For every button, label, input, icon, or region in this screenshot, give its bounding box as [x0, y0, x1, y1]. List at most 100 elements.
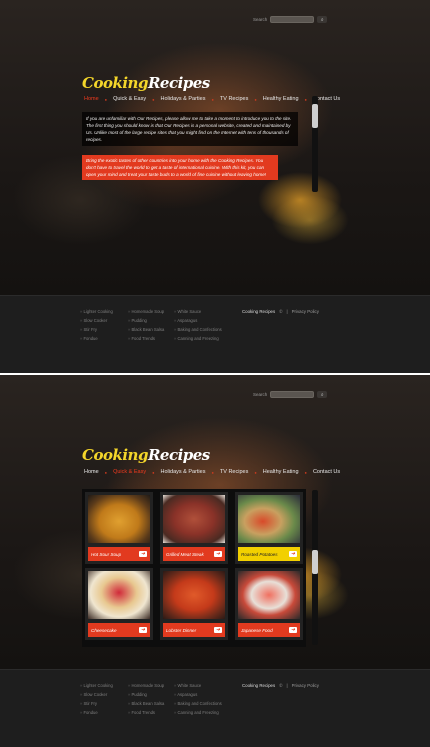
- footer-link[interactable]: Canning and Freezing: [174, 335, 222, 342]
- footer-link[interactable]: Canning and Freezing: [174, 709, 222, 716]
- scrollbar[interactable]: [312, 96, 318, 192]
- footer-col-2: Homemade Soup Pudding Black Bean Salsa F…: [128, 682, 165, 716]
- privacy-link[interactable]: Privacy Policy: [292, 309, 319, 314]
- recipe-label: Hot Sour Soup: [91, 551, 122, 557]
- footer-link[interactable]: Fondue: [80, 709, 113, 716]
- grilled-steak-background: [0, 0, 430, 295]
- footer-site-link[interactable]: Cooking Recipes: [242, 309, 275, 314]
- footer-link[interactable]: Homemade Soup: [128, 682, 165, 689]
- nav-separator: ●: [304, 470, 307, 475]
- search-input[interactable]: [270, 16, 315, 23]
- footer-legal: Cooking Recipes © | Privacy Policy: [242, 683, 319, 688]
- nav-separator: ●: [211, 97, 214, 102]
- search-icon[interactable]: ⌕: [317, 391, 328, 398]
- footer-col-3: White Sauce Asparagus Baking and Confect…: [174, 682, 222, 716]
- privacy-link[interactable]: Privacy Policy: [292, 683, 319, 688]
- footer-link[interactable]: Food Trends: [128, 335, 164, 342]
- hero: Search ⌕ CookingRecipes Home ● Quick & Ea…: [0, 0, 430, 295]
- footer-link[interactable]: Lighter Cooking: [80, 682, 113, 689]
- recipe-caption: Grilled Meat Steak ➜: [163, 547, 225, 561]
- footer-link[interactable]: Pudding: [128, 691, 164, 698]
- arrow-right-icon[interactable]: ➜: [214, 627, 222, 633]
- logo-part2: Recipes: [147, 446, 210, 464]
- nav-item-healthy-eating[interactable]: Healthy Eating: [263, 96, 299, 103]
- recipe-caption: Japanese Food ➜: [238, 623, 300, 637]
- scrollbar[interactable]: [312, 490, 318, 645]
- recipe-tile[interactable]: Cheesecake ➜: [85, 568, 153, 640]
- page-gallery: Search ⌕ CookingRecipes Home ● Quick & Ea…: [0, 375, 430, 747]
- footer-link[interactable]: Homemade Soup: [128, 308, 165, 315]
- recipe-label: Roasted Potatoes: [241, 551, 278, 557]
- recipe-caption: Lobster Dinner ➜: [163, 623, 225, 637]
- search-icon[interactable]: ⌕: [317, 16, 328, 23]
- footer-col-1: Lighter Cooking Slow Cooker Stir Fry Fon…: [80, 682, 113, 716]
- recipe-caption: Roasted Potatoes ➜: [238, 547, 300, 561]
- recipe-tile[interactable]: Roasted Potatoes ➜: [235, 492, 303, 564]
- arrow-right-icon[interactable]: ➜: [289, 551, 297, 557]
- logo-part1: Cooking: [82, 446, 148, 464]
- recipe-image-soup: [88, 495, 150, 543]
- arrow-right-icon[interactable]: ➜: [139, 627, 147, 633]
- copyright: ©: [279, 309, 283, 314]
- nav-item-home[interactable]: Home: [84, 469, 99, 476]
- footer-link[interactable]: Lighter Cooking: [80, 308, 113, 315]
- footer-link[interactable]: Fondue: [80, 335, 113, 342]
- nav-item-home[interactable]: Home: [84, 96, 99, 103]
- scrollbar-thumb[interactable]: [312, 104, 318, 128]
- arrow-right-icon[interactable]: ➜: [139, 551, 147, 557]
- nav-item-tv-recipes[interactable]: TV Recipes: [220, 96, 248, 103]
- nav-item-contact[interactable]: Contact Us: [313, 469, 340, 476]
- footer-col-1: Lighter Cooking Slow Cooker Stir Fry Fon…: [80, 308, 113, 342]
- search-input[interactable]: [270, 391, 315, 398]
- nav-separator: ●: [152, 470, 155, 475]
- search-bar: Search ⌕: [253, 390, 328, 399]
- nav-item-healthy-eating[interactable]: Healthy Eating: [263, 469, 299, 476]
- footer-link[interactable]: Slow Cooker: [80, 317, 113, 324]
- footer-link[interactable]: Baking and Confections: [174, 700, 222, 707]
- logo[interactable]: CookingRecipes: [82, 74, 210, 92]
- footer-link[interactable]: Slow Cooker: [80, 691, 113, 698]
- footer-link[interactable]: Asparagus: [174, 317, 222, 324]
- nav-separator: ●: [104, 97, 108, 102]
- nav-separator: ●: [254, 97, 257, 102]
- recipe-label: Lobster Dinner: [166, 627, 197, 633]
- nav-item-tv-recipes[interactable]: TV Recipes: [220, 469, 248, 476]
- recipe-tile[interactable]: Japanese Food ➜: [235, 568, 303, 640]
- recipe-label: Cheesecake: [91, 627, 117, 633]
- arrow-right-icon[interactable]: ➜: [289, 627, 297, 633]
- nav-item-quick-easy[interactable]: Quick & Easy: [113, 96, 146, 103]
- search-bar: Search ⌕: [253, 15, 328, 24]
- recipe-caption: Cheesecake ➜: [88, 623, 150, 637]
- footer-separator: |: [286, 309, 288, 314]
- recipe-tile[interactable]: Hot Sour Soup ➜: [85, 492, 153, 564]
- footer-site-link[interactable]: Cooking Recipes: [242, 683, 275, 688]
- footer-link[interactable]: Stir Fry: [80, 700, 113, 707]
- recipe-gallery: Hot Sour Soup ➜ Grilled Meat Steak ➜ Roast…: [82, 489, 306, 647]
- main-nav: Home ● Quick & Easy ● Holidays & Parties ● …: [84, 469, 340, 476]
- copyright: ©: [279, 683, 283, 688]
- arrow-right-icon[interactable]: ➜: [214, 551, 222, 557]
- footer-link[interactable]: Baking and Confections: [174, 326, 222, 333]
- recipe-label: Japanese Food: [241, 627, 273, 633]
- footer-link[interactable]: White Sauce: [174, 308, 222, 315]
- recipe-image-potatoes: [238, 495, 300, 543]
- recipe-tile[interactable]: Lobster Dinner ➜: [160, 568, 228, 640]
- footer-link[interactable]: Stir Fry: [80, 326, 113, 333]
- recipe-tile[interactable]: Grilled Meat Steak ➜: [160, 492, 228, 564]
- logo[interactable]: CookingRecipes: [82, 446, 210, 464]
- scrollbar-thumb[interactable]: [312, 550, 318, 574]
- footer-link[interactable]: White Sauce: [174, 682, 222, 689]
- footer-link[interactable]: Asparagus: [174, 691, 222, 698]
- footer-link[interactable]: Black Bean Salsa: [128, 326, 165, 333]
- recipe-image-steak: [163, 495, 225, 543]
- footer-link[interactable]: Pudding: [128, 317, 164, 324]
- recipe-image-lobster: [163, 571, 225, 619]
- footer-link[interactable]: Black Bean Salsa: [128, 700, 165, 707]
- logo-part1: Cooking: [82, 74, 148, 92]
- nav-item-holidays[interactable]: Holidays & Parties: [161, 469, 206, 476]
- nav-item-holidays[interactable]: Holidays & Parties: [161, 96, 206, 103]
- recipe-caption: Hot Sour Soup ➜: [88, 547, 150, 561]
- nav-item-quick-easy[interactable]: Quick & Easy: [113, 469, 146, 476]
- search-label: Search: [253, 392, 268, 397]
- footer-link[interactable]: Food Trends: [128, 709, 164, 716]
